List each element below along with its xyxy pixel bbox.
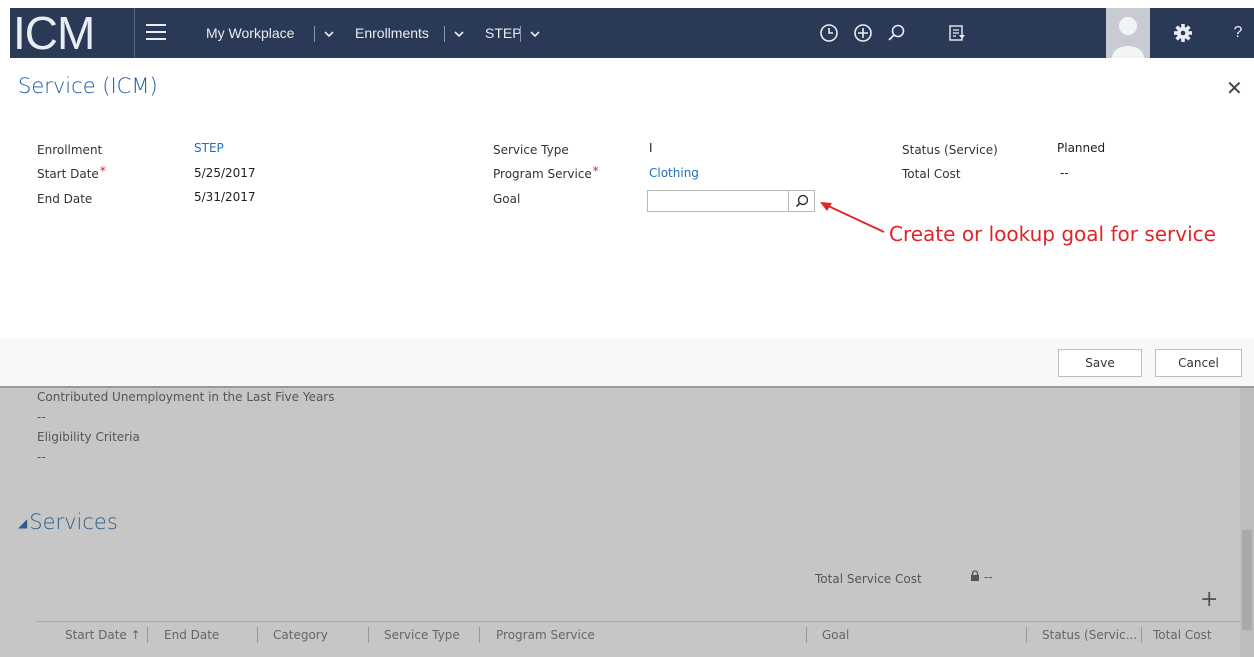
total-service-cost-label: Total Service Cost: [815, 572, 922, 586]
recent-history-icon[interactable]: [818, 22, 840, 44]
settings-button[interactable]: [1160, 8, 1206, 58]
advanced-find-icon[interactable]: [946, 22, 968, 44]
user-avatar[interactable]: [1106, 8, 1150, 58]
goal-lookup-input[interactable]: [647, 190, 789, 212]
column-service-type[interactable]: Service Type: [384, 628, 460, 642]
start-date-label: Start Date*: [37, 164, 106, 181]
annotation-text: Create or lookup goal for service: [889, 222, 1216, 246]
unemployment-value: --: [37, 410, 46, 424]
service-type-label: Service Type: [493, 143, 569, 157]
nav-step[interactable]: STEP: [485, 8, 522, 58]
avatar-icon: [1112, 17, 1144, 58]
cancel-button[interactable]: Cancel: [1155, 349, 1242, 377]
nav-divider: [314, 26, 315, 42]
annotation-arrow-icon: [820, 202, 885, 233]
required-marker: *: [99, 164, 106, 178]
services-section-header[interactable]: ◢Services: [18, 510, 118, 534]
goal-lookup-button[interactable]: [789, 190, 815, 212]
program-service-label: Program Service*: [493, 164, 599, 181]
search-icon[interactable]: [886, 22, 908, 44]
chevron-down-icon[interactable]: [530, 30, 540, 38]
column-category[interactable]: Category: [273, 628, 328, 642]
nav-enrollments[interactable]: Enrollments: [355, 8, 429, 58]
total-service-cost-value: --: [984, 570, 993, 584]
nav-my-workplace[interactable]: My Workplace: [206, 8, 294, 58]
eligibility-value: --: [37, 450, 46, 464]
close-icon[interactable]: ✕: [1226, 76, 1243, 101]
goal-label: Goal: [493, 192, 521, 206]
page-title: Service (ICM): [18, 74, 158, 98]
app-logo[interactable]: ICM: [13, 8, 133, 58]
column-program-service[interactable]: Program Service: [496, 628, 595, 642]
lock-icon: [971, 570, 979, 581]
start-date-value[interactable]: 5/25/2017: [194, 166, 256, 180]
help-button[interactable]: ?: [1222, 8, 1254, 58]
add-service-button[interactable]: +: [1200, 587, 1218, 612]
end-date-value[interactable]: 5/31/2017: [194, 190, 256, 204]
column-total-cost[interactable]: Total Cost: [1153, 628, 1212, 642]
chevron-down-icon[interactable]: [324, 30, 334, 38]
column-divider: [1026, 627, 1027, 643]
total-cost-value: --: [1060, 166, 1069, 180]
gear-icon: [1174, 24, 1192, 42]
column-status[interactable]: Status (Servic...: [1042, 628, 1137, 642]
nav-divider: [444, 26, 445, 42]
menu-icon[interactable]: [146, 24, 166, 42]
enrollment-link[interactable]: STEP: [194, 141, 224, 155]
status-service-label: Status (Service): [902, 143, 998, 157]
column-divider: [479, 627, 480, 643]
unemployment-label: Contributed Unemployment in the Last Fiv…: [37, 390, 335, 404]
service-type-value[interactable]: I: [649, 141, 653, 155]
total-cost-label: Total Cost: [902, 167, 961, 181]
column-end-date[interactable]: End Date: [164, 628, 219, 642]
enrollment-label: Enrollment: [37, 143, 103, 157]
chevron-down-icon[interactable]: [454, 30, 464, 38]
column-divider: [147, 627, 148, 643]
scrollbar-thumb[interactable]: [1242, 530, 1252, 630]
column-goal[interactable]: Goal: [822, 628, 849, 642]
column-divider: [368, 627, 369, 643]
column-divider: [806, 627, 807, 643]
background-form-overlay: [0, 386, 1254, 657]
column-start-date[interactable]: Start Date ↑: [65, 628, 141, 642]
search-icon: [795, 194, 809, 208]
nav-divider: [520, 26, 521, 42]
program-service-link[interactable]: Clothing: [649, 166, 699, 180]
column-divider: [257, 627, 258, 643]
column-divider: [1141, 627, 1142, 643]
status-service-value[interactable]: Planned: [1057, 141, 1105, 155]
eligibility-label: Eligibility Criteria: [37, 430, 140, 444]
top-nav-bar: ICM My Workplace Enrollments STEP ?: [10, 8, 1254, 58]
end-date-label: End Date: [37, 192, 93, 206]
save-button[interactable]: Save: [1058, 349, 1142, 377]
required-marker: *: [592, 164, 599, 178]
collapse-icon[interactable]: ◢: [18, 516, 27, 530]
create-new-icon[interactable]: [852, 22, 874, 44]
logo-divider: [134, 8, 135, 58]
